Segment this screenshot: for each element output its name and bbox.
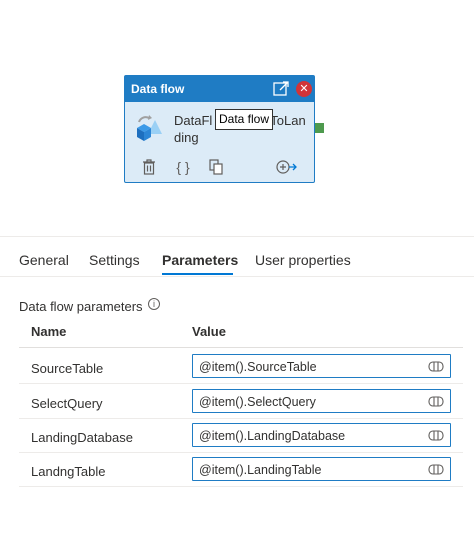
active-tab-indicator (162, 273, 233, 275)
close-icon[interactable]: ✕ (296, 81, 312, 97)
parameter-value-field[interactable]: @item().LandingDatabase (192, 423, 451, 447)
info-icon[interactable]: i (148, 298, 160, 310)
activity-type-title: Data flow (131, 82, 185, 96)
delete-icon[interactable] (140, 158, 158, 176)
table-row: SourceTable @item().SourceTable (19, 349, 463, 384)
expression-icon[interactable] (428, 429, 444, 442)
parameter-value-field[interactable]: @item().SourceTable (192, 354, 451, 378)
properties-tabs: General Settings Parameters User propert… (0, 237, 474, 277)
activity-name-line1: DataFl (174, 113, 213, 128)
header-divider (19, 347, 463, 348)
parameter-value-field[interactable]: @item().LandingTable (192, 457, 451, 481)
parameter-name: LandingDatabase (31, 430, 133, 445)
tab-user-properties[interactable]: User properties (255, 252, 351, 268)
column-header-name: Name (31, 324, 67, 339)
tab-settings[interactable]: Settings (89, 252, 140, 268)
activity-name-line2: ding (174, 130, 199, 145)
parameter-name: SourceTable (31, 361, 104, 376)
activity-name-line1-tail: ToLan (270, 113, 306, 128)
section-title: Data flow parameters (19, 299, 143, 314)
parameter-name: SelectQuery (31, 396, 103, 411)
expression-icon[interactable] (428, 395, 444, 408)
table-row: SelectQuery @item().SelectQuery (19, 384, 463, 419)
parameter-value-field[interactable]: @item().SelectQuery (192, 389, 451, 413)
column-header-value: Value (192, 324, 226, 339)
expression-icon[interactable] (428, 463, 444, 476)
expression-icon[interactable] (428, 360, 444, 373)
code-icon[interactable]: { } (174, 158, 192, 176)
parameter-value: @item().SelectQuery (199, 395, 316, 409)
open-in-new-icon[interactable] (272, 80, 290, 98)
parameter-value: @item().LandingDatabase (199, 429, 346, 443)
parameter-name: LandngTable (31, 464, 106, 479)
copy-icon[interactable] (207, 158, 225, 176)
pipeline-canvas[interactable]: Data flow ✕ DataFl ToLan ding Data flow … (0, 0, 474, 236)
dataflow-icon (135, 114, 163, 144)
table-row: LandngTable @item().LandingTable (19, 452, 463, 487)
parameter-value: @item().SourceTable (199, 360, 317, 374)
activity-header: Data flow ✕ (125, 76, 314, 102)
add-output-icon[interactable] (276, 158, 297, 176)
parameter-value: @item().LandingTable (199, 463, 322, 477)
tab-general[interactable]: General (19, 252, 69, 268)
output-port[interactable] (315, 123, 324, 133)
activity-tooltip: Data flow (215, 109, 274, 130)
tab-parameters[interactable]: Parameters (162, 252, 238, 268)
table-row: LandingDatabase @item().LandingDatabase (19, 418, 463, 453)
